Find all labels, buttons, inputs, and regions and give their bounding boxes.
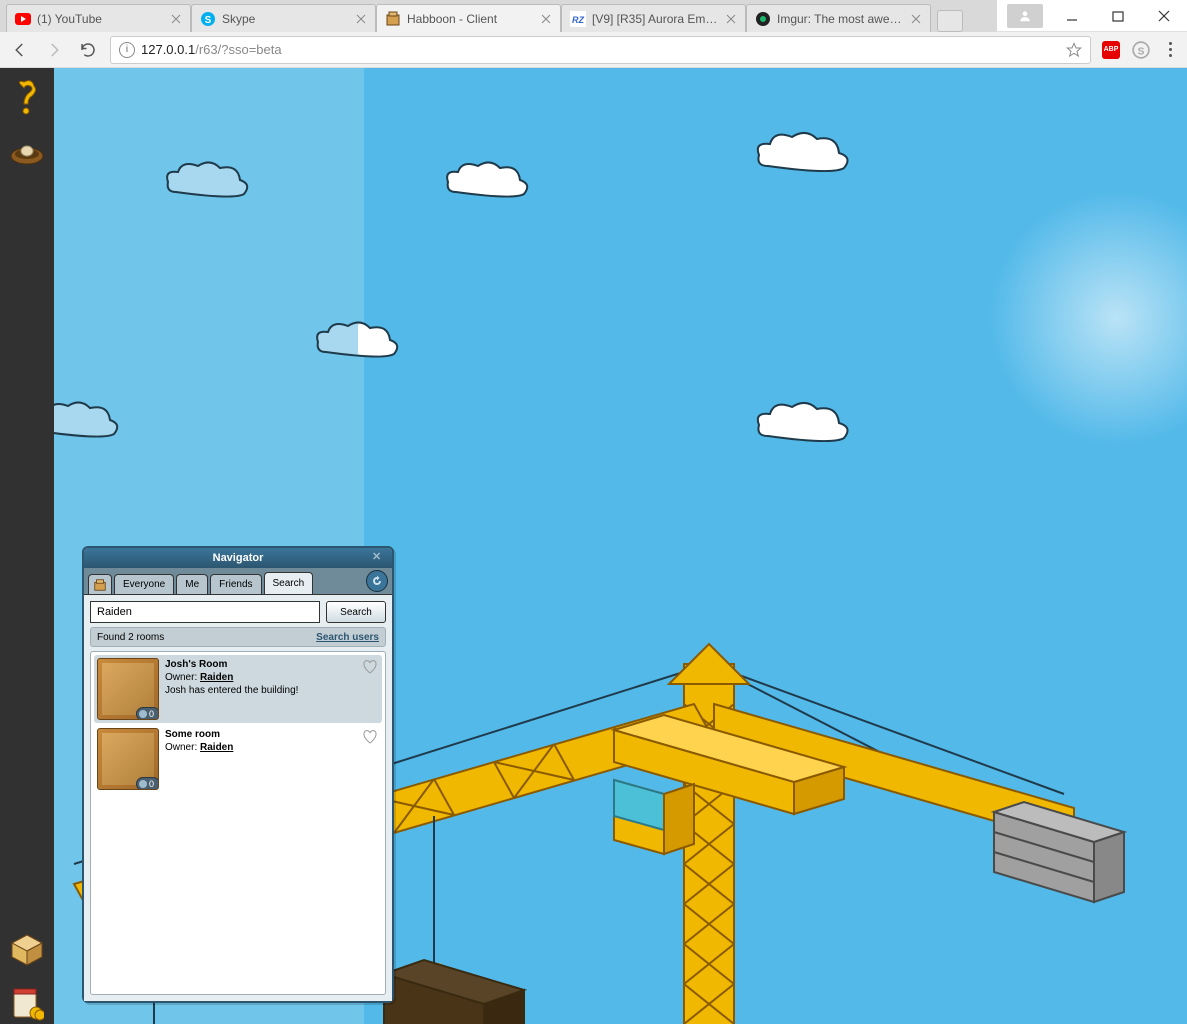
owner-link[interactable]: Raiden bbox=[200, 742, 233, 753]
habbo-icon bbox=[385, 11, 401, 27]
tab-label: [V9] [R35] Aurora Emula bbox=[592, 12, 721, 26]
cloud-icon bbox=[754, 398, 854, 448]
cloud-icon bbox=[754, 128, 854, 178]
imgur-icon bbox=[755, 11, 771, 27]
room-icon[interactable] bbox=[7, 930, 47, 970]
tab-label: Habboon - Client bbox=[407, 12, 536, 26]
tab-habboon[interactable]: Habboon - Client bbox=[376, 4, 561, 32]
close-icon[interactable] bbox=[725, 13, 737, 25]
game-sidebar bbox=[0, 68, 54, 1024]
room-item[interactable]: 0 Some room Owner: Raiden bbox=[94, 725, 382, 793]
window-close-button[interactable] bbox=[1141, 0, 1187, 32]
youtube-icon bbox=[15, 11, 31, 27]
cloud-icon bbox=[314, 318, 404, 364]
abp-extension-icon[interactable]: ABP bbox=[1101, 40, 1121, 60]
close-icon[interactable] bbox=[540, 13, 552, 25]
room-info: Josh's Room Owner: Raiden Josh has enter… bbox=[165, 658, 379, 720]
tab-friends[interactable]: Friends bbox=[210, 574, 261, 594]
cloud-icon bbox=[54, 398, 124, 444]
window-maximize-button[interactable] bbox=[1095, 0, 1141, 32]
tab-me[interactable]: Me bbox=[176, 574, 208, 594]
url-text: 127.0.0.1/r63/?sso=beta bbox=[141, 42, 1060, 57]
favorite-heart-icon[interactable] bbox=[362, 659, 378, 675]
tab-youtube[interactable]: (1) YouTube bbox=[6, 4, 191, 32]
room-owner: Owner: Raiden bbox=[165, 671, 379, 684]
search-button[interactable]: Search bbox=[326, 601, 386, 623]
favorite-heart-icon[interactable] bbox=[362, 729, 378, 745]
close-icon[interactable]: ✕ bbox=[372, 550, 388, 566]
navigator-window[interactable]: Navigator ✕ Everyone Me Friends Search S… bbox=[82, 546, 394, 1003]
help-icon[interactable] bbox=[7, 78, 47, 118]
cloud-icon bbox=[164, 158, 254, 204]
tab-skype[interactable]: S Skype bbox=[191, 4, 376, 32]
close-icon[interactable] bbox=[910, 13, 922, 25]
room-description: Josh has entered the building! bbox=[165, 684, 379, 697]
tab-aurora[interactable]: RZ [V9] [R35] Aurora Emula bbox=[561, 4, 746, 32]
bookmark-star-icon[interactable] bbox=[1066, 42, 1082, 58]
svg-text:S: S bbox=[205, 15, 212, 26]
site-info-icon[interactable]: i bbox=[119, 42, 135, 58]
forward-button[interactable] bbox=[42, 38, 66, 62]
close-icon[interactable] bbox=[355, 13, 367, 25]
skype-icon: S bbox=[200, 11, 216, 27]
navigator-titlebar[interactable]: Navigator ✕ bbox=[84, 548, 392, 568]
room-owner: Owner: Raiden bbox=[165, 741, 379, 754]
results-list: 0 Josh's Room Owner: Raiden Josh has ent… bbox=[90, 651, 386, 995]
window-minimize-button[interactable] bbox=[1049, 0, 1095, 32]
results-count: Found 2 rooms bbox=[97, 632, 164, 643]
reload-button[interactable] bbox=[76, 38, 100, 62]
navigator-tabs: Everyone Me Friends Search bbox=[84, 568, 392, 594]
browser-tabstrip: (1) YouTube S Skype Habboon - Client RZ … bbox=[0, 0, 997, 32]
address-bar: i 127.0.0.1/r63/?sso=beta ABP S bbox=[0, 32, 1187, 68]
owner-link[interactable]: Raiden bbox=[200, 672, 233, 683]
cloud-icon bbox=[444, 158, 534, 204]
room-thumbnail: 0 bbox=[97, 728, 159, 790]
search-input[interactable] bbox=[90, 601, 320, 623]
new-tab-button[interactable] bbox=[937, 10, 963, 32]
room-item[interactable]: 0 Josh's Room Owner: Raiden Josh has ent… bbox=[94, 655, 382, 723]
omnibox[interactable]: i 127.0.0.1/r63/?sso=beta bbox=[110, 36, 1091, 64]
tab-imgur[interactable]: Imgur: The most aweson bbox=[746, 4, 931, 32]
refresh-button[interactable] bbox=[366, 570, 388, 592]
tab-label: Skype bbox=[222, 12, 351, 26]
rz-icon: RZ bbox=[570, 11, 586, 27]
tab-label: Imgur: The most aweson bbox=[777, 12, 906, 26]
room-title: Josh's Room bbox=[165, 658, 379, 671]
search-users-link[interactable]: Search users bbox=[316, 632, 379, 643]
results-header: Found 2 rooms Search users bbox=[90, 627, 386, 647]
tab-search[interactable]: Search bbox=[264, 572, 314, 594]
catalog-icon[interactable] bbox=[7, 984, 47, 1024]
close-icon[interactable] bbox=[170, 13, 182, 25]
tab-label: (1) YouTube bbox=[37, 12, 166, 26]
back-button[interactable] bbox=[8, 38, 32, 62]
navigator-title: Navigator bbox=[213, 552, 264, 564]
chrome-user-button[interactable] bbox=[1007, 4, 1043, 28]
navigator-body: Search Found 2 rooms Search users 0 Josh… bbox=[84, 594, 392, 1001]
tab-everyone[interactable]: Everyone bbox=[114, 574, 174, 594]
user-count-badge: 0 bbox=[136, 707, 159, 720]
user-count-badge: 0 bbox=[136, 777, 159, 790]
room-info: Some room Owner: Raiden bbox=[165, 728, 379, 790]
room-thumbnail: 0 bbox=[97, 658, 159, 720]
chrome-menu-button[interactable] bbox=[1161, 42, 1179, 57]
nest-icon[interactable] bbox=[7, 132, 47, 172]
page-content: beta Navigator ✕ Everyone Me Friends Sea… bbox=[0, 68, 1187, 1024]
svg-text:S: S bbox=[1138, 46, 1145, 57]
skype-extension-icon[interactable]: S bbox=[1131, 40, 1151, 60]
tab-home[interactable] bbox=[88, 574, 112, 594]
svg-text:RZ: RZ bbox=[572, 15, 584, 25]
room-title: Some room bbox=[165, 728, 379, 741]
